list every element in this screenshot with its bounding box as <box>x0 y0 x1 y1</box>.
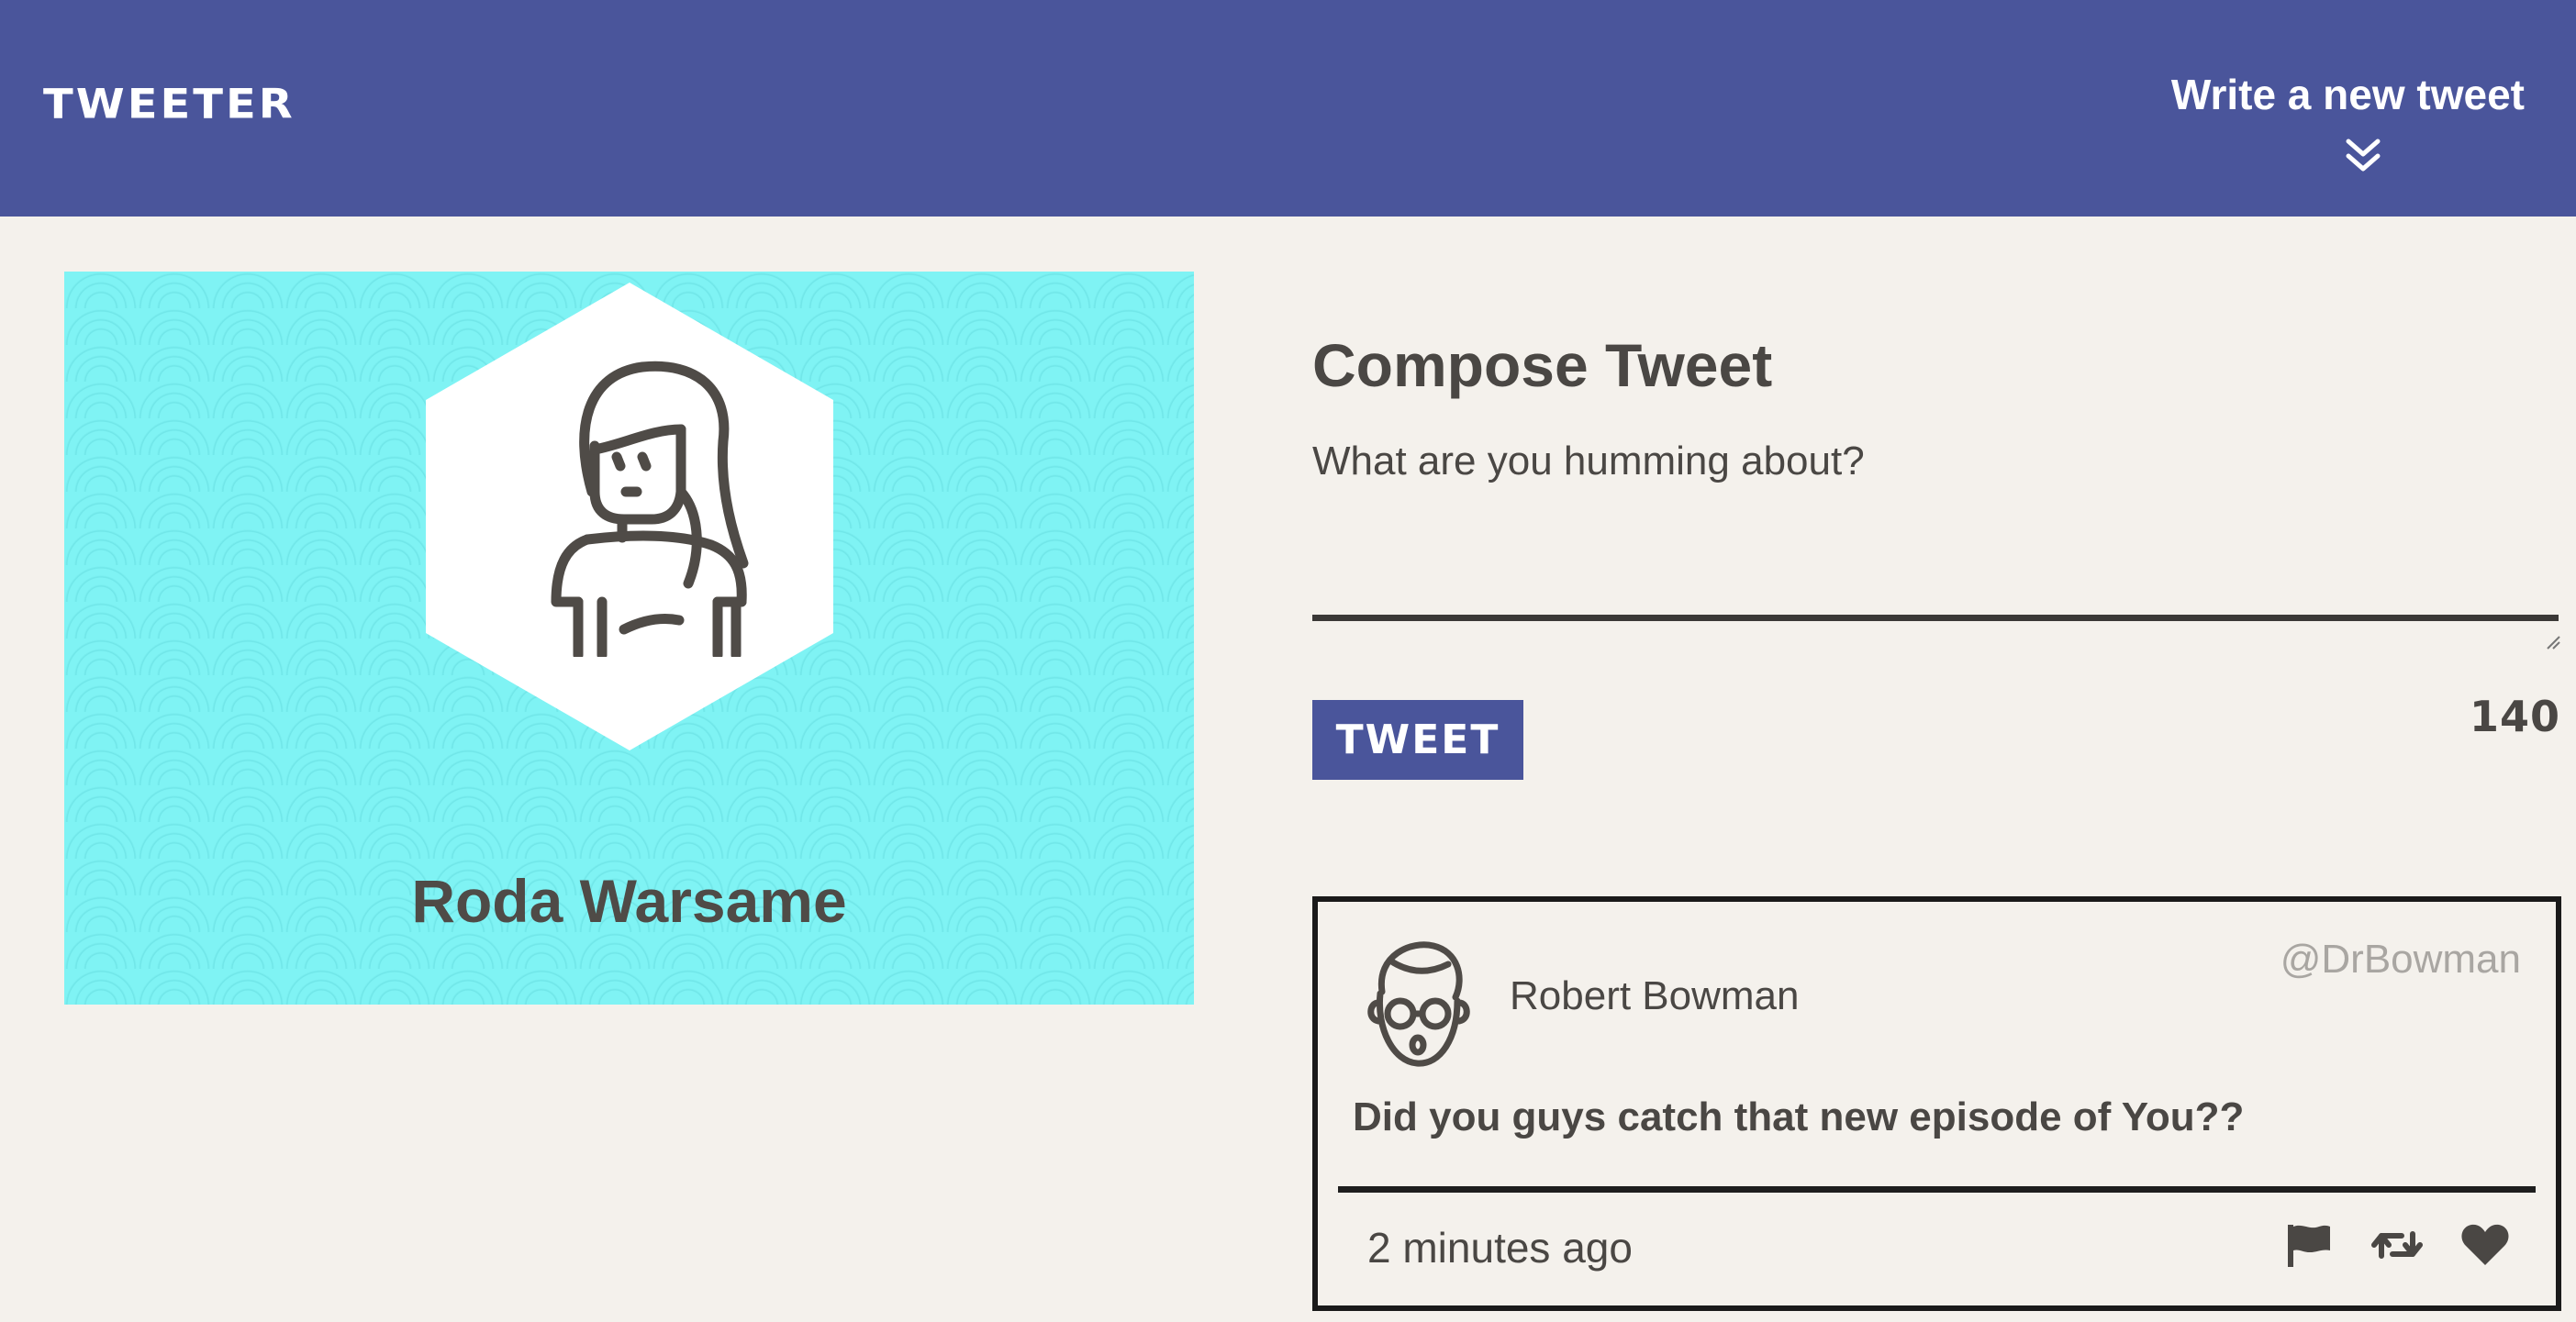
tweet-author-handle: @DrBowman <box>2280 937 2521 982</box>
profile-name: Roda Warsame <box>411 867 847 935</box>
retweet-icon[interactable] <box>2370 1221 2424 1269</box>
profile-card: Roda Warsame <box>64 272 1194 1005</box>
tweet-submit-button[interactable]: TWEET <box>1312 700 1523 780</box>
double-chevron-down-icon[interactable] <box>2343 136 2383 176</box>
write-new-tweet-label[interactable]: Write a new tweet <box>2139 68 2525 121</box>
char-counter: 140 <box>2469 692 2560 741</box>
compose-title: Compose Tweet <box>1312 331 1773 399</box>
tweet-author-name: Robert Bowman <box>1510 973 1800 1018</box>
flag-icon[interactable] <box>2282 1221 2336 1269</box>
top-nav: TWEETER Write a new tweet <box>0 0 2576 217</box>
tweet-card: Robert Bowman @DrBowman Did you guys cat… <box>1312 896 2561 1311</box>
man-glasses-avatar-icon <box>1367 941 1470 1067</box>
compose-section: Compose Tweet TWEET 140 <box>1312 321 2560 780</box>
tweet-textarea[interactable] <box>1312 439 2559 621</box>
heart-icon[interactable] <box>2459 1221 2512 1269</box>
woman-avatar-icon <box>551 361 749 657</box>
tweet-timestamp: 2 minutes ago <box>1367 1224 1633 1272</box>
tweet-content: Did you guys catch that new episode of Y… <box>1353 1094 2245 1139</box>
brand-logo[interactable]: TWEETER <box>43 81 296 128</box>
textarea-resize-grip[interactable] <box>2544 633 2560 650</box>
tweet-divider <box>1338 1186 2536 1193</box>
write-new-tweet-toggle[interactable]: Write a new tweet <box>2139 68 2525 176</box>
tweet-actions <box>2282 1221 2512 1269</box>
